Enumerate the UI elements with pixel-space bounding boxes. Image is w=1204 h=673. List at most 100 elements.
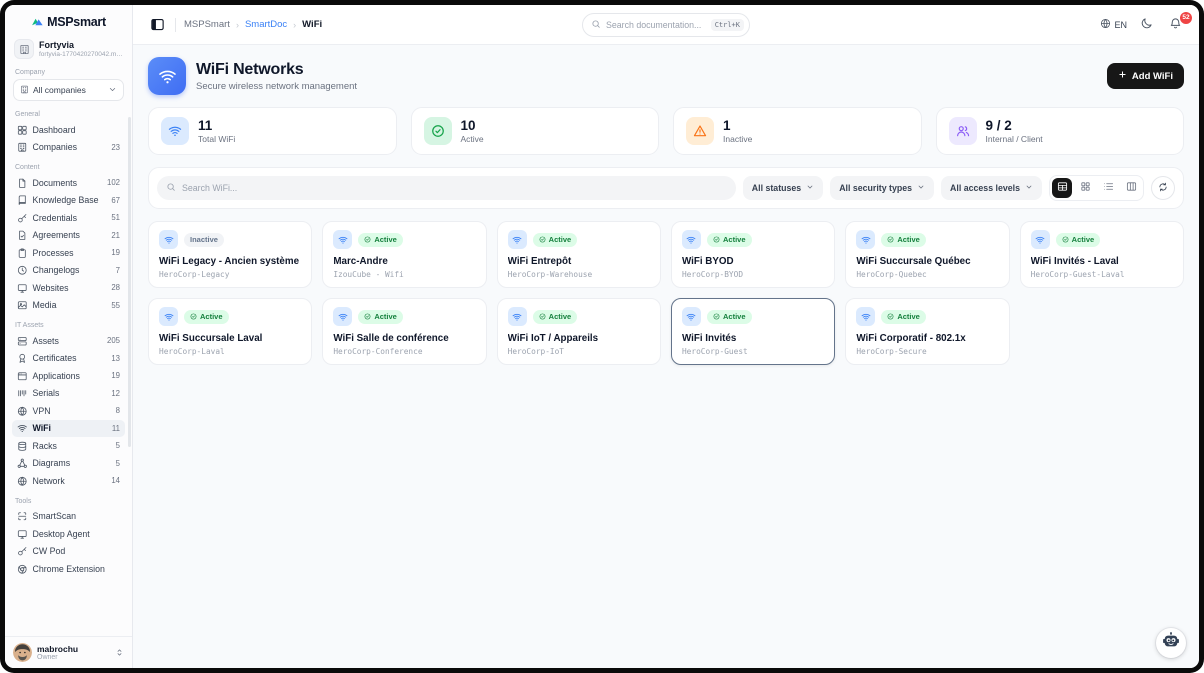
wifi-card-wifi-legacy-ancien-syst-me[interactable]: InactiveWiFi Legacy - Ancien systèmeHero… — [148, 221, 312, 288]
wifi-icon — [508, 307, 527, 326]
check-circle-icon — [1062, 236, 1069, 243]
wifi-card-wifi-succursale-laval[interactable]: ActiveWiFi Succursale LavalHeroCorp-Lava… — [148, 298, 312, 365]
status-badge: Active — [1056, 233, 1101, 247]
notifications-button[interactable]: 52 — [1169, 17, 1185, 33]
sidebar-item-documents[interactable]: Documents102 — [12, 174, 125, 192]
wifi-search-input[interactable] — [182, 183, 727, 193]
stat-label: Total WiFi — [198, 134, 235, 144]
sidebar-item-companies[interactable]: Companies23 — [12, 139, 125, 157]
columns-view-button[interactable] — [1121, 178, 1141, 198]
sidebar-scrollbar[interactable] — [128, 117, 131, 447]
wifi-icon — [333, 307, 352, 326]
filter-all-security-types[interactable]: All security types — [830, 176, 934, 200]
chrome-icon — [17, 564, 28, 575]
sidebar-item-label: Websites — [33, 283, 107, 293]
wifi-ssid: HeroCorp-Laval — [159, 347, 301, 356]
list-view-button[interactable] — [1098, 178, 1118, 198]
sidebar-item-diagrams[interactable]: Diagrams 5 — [12, 455, 125, 473]
wifi-card-wifi-corporatif-802-1x[interactable]: ActiveWiFi Corporatif - 802.1xHeroCorp-S… — [845, 298, 1009, 365]
main-area: MSPSmart › SmartDoc › WiFi Ctrl+K EN — [133, 5, 1199, 668]
sidebar-item-chrome-extension[interactable]: Chrome Extension — [12, 560, 125, 578]
global-search-input[interactable] — [606, 20, 706, 30]
tenant-row[interactable]: Fortyvia fortyvia-1770420270042.mspsm... — [5, 35, 132, 61]
wifi-card-wifi-entrep-t[interactable]: ActiveWiFi EntrepôtHeroCorp-Warehouse — [497, 221, 661, 288]
wifi-card-wifi-invit-s-laval[interactable]: ActiveWiFi Invités - LavalHeroCorp-Guest… — [1020, 221, 1184, 288]
global-search[interactable]: Ctrl+K — [582, 13, 750, 37]
sidebar-toggle-icon[interactable] — [147, 15, 167, 35]
wifi-card-wifi-byod[interactable]: ActiveWiFi BYODHeroCorp-BYOD — [671, 221, 835, 288]
sidebar-item-label: Dashboard — [33, 125, 121, 135]
sidebar-item-knowledge-base[interactable]: Knowledge Base67 — [12, 192, 125, 210]
sidebar-item-assets[interactable]: Assets205 — [12, 332, 125, 350]
stat-card-inactive: 1Inactive — [673, 107, 922, 155]
sidebar-item-serials[interactable]: Serials12 — [12, 385, 125, 403]
sidebar-item-dashboard[interactable]: Dashboard — [12, 121, 125, 139]
sidebar-item-smartscan[interactable]: SmartScan — [12, 508, 125, 526]
filter-all-statuses[interactable]: All statuses — [743, 176, 823, 200]
wifi-name: WiFi Succursale Laval — [159, 333, 301, 344]
sidebar-item-label: Diagrams — [33, 458, 111, 468]
wifi-icon — [159, 230, 178, 249]
company-select[interactable]: All companies — [13, 79, 124, 101]
sidebar-item-label: Processes — [33, 248, 107, 258]
assistant-button[interactable] — [1156, 628, 1186, 658]
sidebar-item-count: 55 — [111, 301, 120, 310]
sidebar-item-credentials[interactable]: Credentials51 — [12, 209, 125, 227]
sidebar-item-racks[interactable]: Racks5 — [12, 437, 125, 455]
sidebar-item-label: Racks — [33, 441, 111, 451]
globe-icon — [1100, 18, 1111, 31]
grid-view-button[interactable] — [1075, 178, 1095, 198]
stat-card-total-wifi: 11Total WiFi — [148, 107, 397, 155]
sidebar-item-label: Serials — [33, 388, 107, 398]
wifi-cards-grid: InactiveWiFi Legacy - Ancien systèmeHero… — [148, 221, 1184, 365]
sidebar-item-websites[interactable]: Websites28 — [12, 279, 125, 297]
sidebar-item-network[interactable]: Network14 — [12, 472, 125, 490]
sidebar-item-label: Certificates — [33, 353, 107, 363]
refresh-button[interactable] — [1151, 176, 1175, 200]
sidebar-item-cw-pod[interactable]: CW Pod — [12, 543, 125, 561]
wifi-card-marc-andre[interactable]: ActiveMarc-AndreIzouCube - Wifi — [322, 221, 486, 288]
sidebar-item-desktop-agent[interactable]: Desktop Agent — [12, 525, 125, 543]
sidebar-item-count: 5 — [116, 459, 120, 468]
breadcrumb-current: WiFi — [302, 19, 322, 30]
breadcrumb-smartdoc[interactable]: SmartDoc — [245, 19, 287, 30]
stat-label: Internal / Client — [986, 134, 1043, 144]
table-view-button[interactable] — [1052, 178, 1072, 198]
sidebar-item-count: 102 — [107, 178, 120, 187]
sidebar-item-agreements[interactable]: Agreements21 — [12, 227, 125, 245]
wifi-name: WiFi Salle de conférence — [333, 333, 475, 344]
page-subtitle: Secure wireless network management — [196, 81, 357, 92]
wifi-card-wifi-iot-appareils[interactable]: ActiveWiFi IoT / AppareilsHeroCorp-IoT — [497, 298, 661, 365]
breadcrumb-root[interactable]: MSPSmart — [184, 19, 230, 30]
check-circle-icon — [364, 313, 371, 320]
filter-all-access-levels[interactable]: All access levels — [941, 176, 1042, 200]
wifi-ssid: HeroCorp-IoT — [508, 347, 650, 356]
sidebar-item-count: 14 — [111, 476, 120, 485]
user-menu[interactable]: mabrochu Owner — [5, 636, 132, 668]
building-icon — [14, 39, 34, 59]
sidebar-item-certificates[interactable]: Certificates13 — [12, 350, 125, 368]
wifi-card-wifi-invit-s[interactable]: ActiveWiFi InvitésHeroCorp-Guest — [671, 298, 835, 365]
sidebar-item-vpn[interactable]: VPN8 — [12, 402, 125, 420]
sidebar-item-wifi[interactable]: WiFi11 — [12, 420, 125, 438]
robot-icon — [1161, 631, 1181, 656]
add-wifi-button[interactable]: Add WiFi — [1107, 63, 1184, 89]
status-badge: Active — [358, 233, 403, 247]
stat-value: 11 — [198, 118, 235, 134]
language-button[interactable]: EN — [1100, 18, 1127, 31]
sidebar-item-processes[interactable]: Processes19 — [12, 244, 125, 262]
sidebar-item-label: Knowledge Base — [33, 195, 107, 205]
sidebar-item-media[interactable]: Media55 — [12, 297, 125, 315]
sidebar-item-applications[interactable]: Applications19 — [12, 367, 125, 385]
wifi-card-wifi-salle-de-conf-rence[interactable]: ActiveWiFi Salle de conférenceHeroCorp-C… — [322, 298, 486, 365]
check-circle-icon — [887, 236, 894, 243]
sidebar-item-changelogs[interactable]: Changelogs7 — [12, 262, 125, 280]
table-view-icon — [1057, 179, 1068, 197]
wifi-card-wifi-succursale-qu-bec[interactable]: ActiveWiFi Succursale QuébecHeroCorp-Que… — [845, 221, 1009, 288]
check-circle-icon — [713, 236, 720, 243]
moon-icon — [1140, 17, 1153, 34]
dark-mode-toggle[interactable] — [1140, 17, 1156, 33]
filter-dropdowns: All statuses All security types All access… — [743, 176, 1042, 200]
wifi-search[interactable] — [157, 176, 736, 200]
app-logo[interactable]: MSPsmart — [5, 5, 132, 35]
